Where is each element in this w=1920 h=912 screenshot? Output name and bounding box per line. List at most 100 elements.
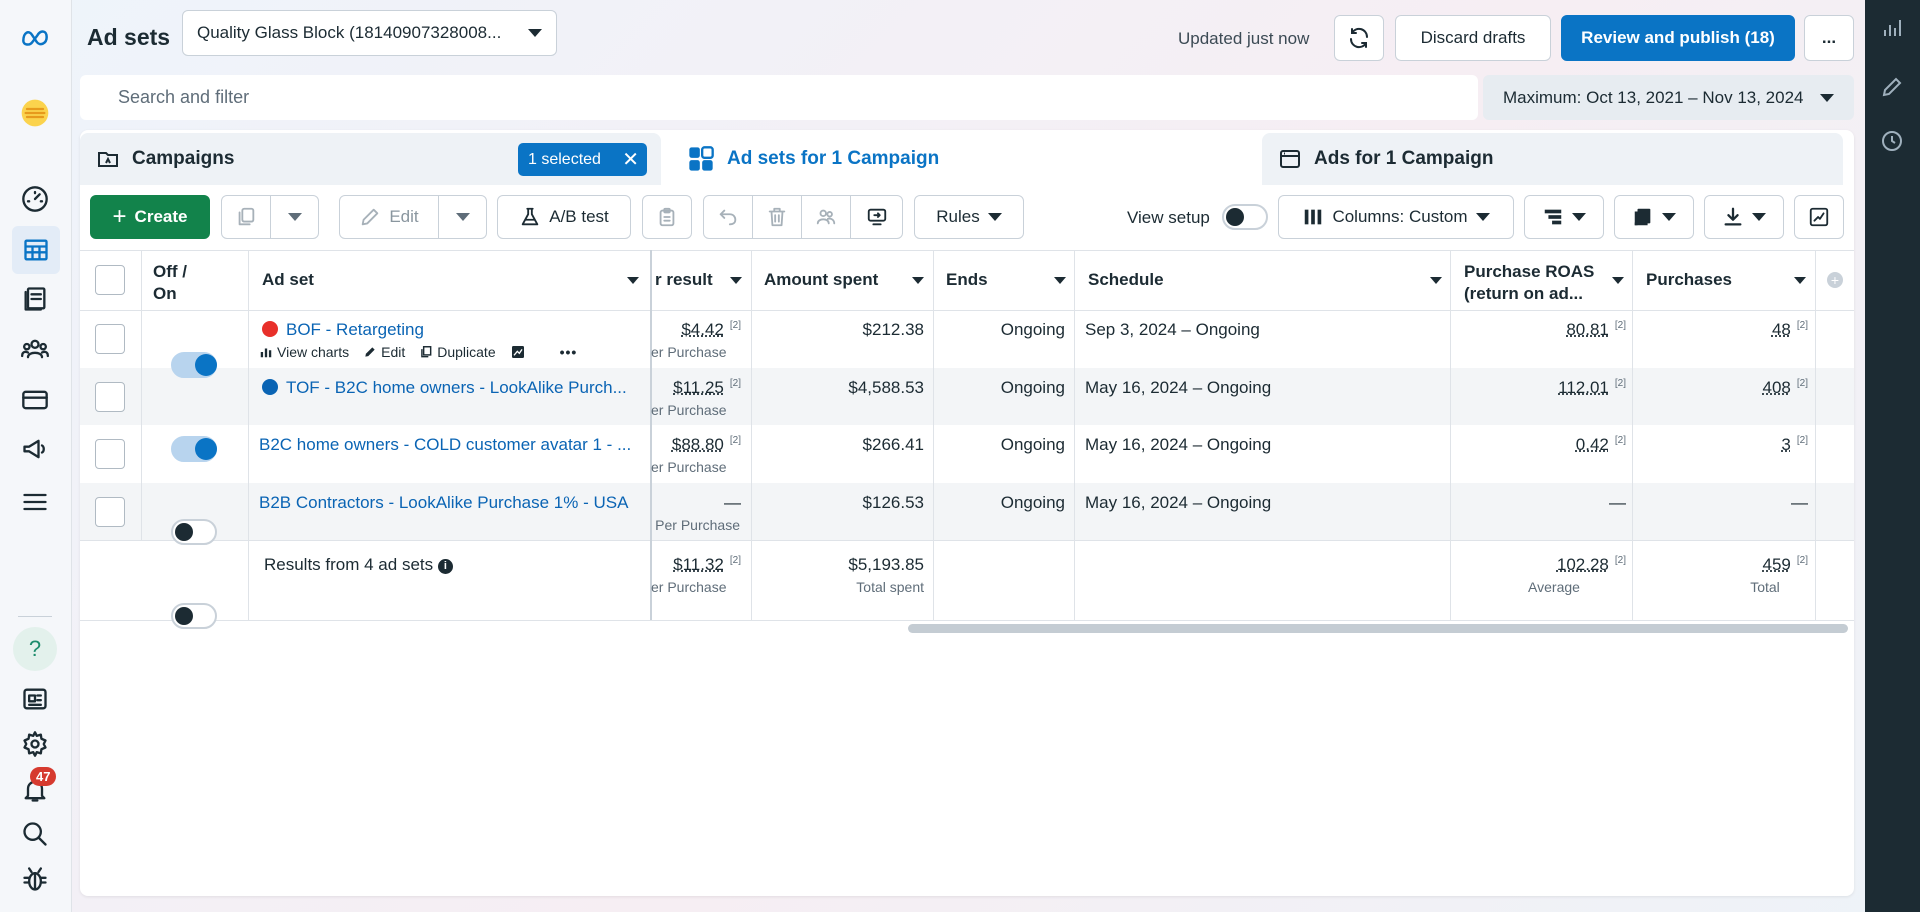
view-charts-action[interactable]: View charts [259, 344, 349, 360]
col-header-purchases[interactable]: Purchases [1646, 270, 1811, 290]
col-header-ends[interactable]: Ends [946, 270, 1071, 290]
more-actions[interactable]: ••• [560, 344, 578, 360]
col-schedule-label: Schedule [1088, 270, 1164, 289]
total-purchases: 459 [2] [1762, 555, 1809, 574]
col-header-off-on[interactable]: Off / On [153, 261, 187, 305]
row-checkbox[interactable] [95, 497, 125, 527]
purchases-value: — [1791, 493, 1808, 512]
cpr-value: $88.80 [2] [671, 435, 741, 454]
search-input[interactable]: Search and filter [80, 75, 1478, 120]
export-preview-button[interactable] [850, 195, 903, 239]
col-roas-line2: (return on ad... [1464, 284, 1583, 303]
col-header-cost-per-result[interactable]: r result [655, 270, 745, 290]
columns-icon [1305, 209, 1322, 225]
meta-logo-icon[interactable] [18, 20, 52, 54]
reporting-bar-chart-icon[interactable] [1880, 16, 1906, 42]
purchases-value: 48 [2] [1771, 320, 1808, 339]
history-clock-icon[interactable] [1880, 129, 1906, 155]
bug-report-icon[interactable] [18, 862, 52, 896]
rules-dropdown[interactable]: Rules [914, 195, 1024, 239]
duplicate-action[interactable]: Duplicate [419, 344, 496, 360]
search-icon[interactable] [18, 817, 52, 851]
campaign-megaphone-icon[interactable] [18, 432, 52, 466]
chevron-down-icon [1572, 213, 1586, 221]
help-button[interactable]: ? [13, 627, 57, 671]
preview-action[interactable] [510, 344, 526, 360]
discard-drafts-button[interactable]: Discard drafts [1395, 15, 1551, 61]
results-summary-label: Results from 4 ad sets [264, 555, 434, 574]
chevron-down-icon [287, 213, 302, 221]
edit-dropdown[interactable] [438, 195, 487, 239]
undo-icon [719, 209, 737, 226]
edit-pencil-icon[interactable] [1880, 75, 1906, 101]
view-setup-toggle[interactable] [1222, 204, 1268, 230]
breakdown-dropdown[interactable] [1524, 195, 1604, 239]
account-selector[interactable]: Quality Glass Block (18140907328008... [182, 10, 557, 56]
chart-view-button[interactable] [1794, 195, 1844, 239]
col-header-amount-spent[interactable]: Amount spent [764, 270, 929, 290]
row-toggle-off[interactable] [171, 519, 217, 545]
refresh-button[interactable] [1334, 15, 1384, 61]
rules-label: Rules [936, 207, 980, 226]
create-button[interactable]: + Create [90, 195, 210, 239]
row-checkbox[interactable] [95, 439, 125, 469]
reports-dropdown[interactable] [1614, 195, 1694, 239]
row-toggle-off[interactable] [171, 603, 217, 629]
edit-action-label: Edit [381, 344, 406, 360]
ab-test-button[interactable]: A/B test [497, 195, 631, 239]
horizontal-scrollbar[interactable] [908, 624, 1848, 633]
col-header-schedule[interactable]: Schedule [1088, 270, 1448, 290]
col-header-adset[interactable]: Ad set [262, 270, 642, 290]
settings-gear-icon[interactable] [18, 727, 52, 761]
select-all-checkbox[interactable] [95, 265, 125, 295]
audience-button[interactable] [801, 195, 851, 239]
row-checkbox[interactable] [95, 382, 125, 412]
export-dropdown[interactable] [1704, 195, 1784, 239]
row-toggle-on[interactable] [171, 436, 217, 462]
billing-card-icon[interactable] [18, 383, 52, 417]
edit-button[interactable]: Edit [339, 195, 439, 239]
date-range-picker[interactable]: Maximum: Oct 13, 2021 – Nov 13, 2024 [1483, 75, 1854, 120]
breakdown-icon [1544, 209, 1562, 225]
delete-button[interactable] [752, 195, 802, 239]
more-options-button[interactable]: ... [1804, 15, 1854, 61]
audiences-icon[interactable] [18, 332, 52, 366]
clipboard-button[interactable] [642, 195, 692, 239]
cpr-sub: er Purchase [651, 344, 727, 360]
edit-action[interactable]: Edit [363, 344, 405, 360]
adset-name-link[interactable]: TOF - B2C home owners - LookAlike Purch.… [262, 378, 627, 398]
account-avatar[interactable] [14, 92, 56, 134]
amount-spent-value: $212.38 [862, 320, 924, 339]
pages-icon[interactable] [18, 282, 52, 316]
dashboard-gauge-icon[interactable] [18, 182, 52, 216]
tab-adsets[interactable]: Ad sets for 1 Campaign [671, 133, 1252, 185]
menu-hamburger-icon[interactable] [18, 485, 52, 519]
duplicate-dropdown[interactable] [270, 195, 319, 239]
ads-manager-table-icon[interactable] [12, 226, 60, 274]
adset-name-link[interactable]: BOF - Retargeting [262, 320, 424, 340]
col-ends-label: Ends [946, 270, 988, 289]
edit-label: Edit [389, 207, 419, 226]
purchases-value: 408 [2] [1762, 378, 1809, 397]
news-icon[interactable] [18, 682, 52, 716]
purchase-roas-value: 80.81 [2] [1566, 320, 1626, 339]
add-column-icon[interactable]: + [1827, 272, 1843, 288]
row-toggle-on[interactable] [171, 352, 217, 378]
notification-count-badge: 47 [30, 767, 57, 786]
chevron-down-icon [730, 277, 742, 284]
review-and-publish-button[interactable]: Review and publish (18) [1561, 15, 1795, 61]
total-spent: $5,193.85 [848, 555, 924, 574]
undo-button[interactable] [703, 195, 753, 239]
tab-adsets-label: Ad sets for 1 Campaign [727, 148, 940, 169]
tab-ads[interactable]: Ads for 1 Campaign [1262, 133, 1843, 185]
row-checkbox[interactable] [95, 324, 125, 354]
adset-name-link[interactable]: B2B Contractors - LookAlike Purchase 1% … [259, 493, 628, 513]
columns-dropdown[interactable]: Columns: Custom [1278, 195, 1514, 239]
selected-filter-pill[interactable]: 1 selected ✕ [518, 143, 647, 176]
ad-window-icon [1280, 150, 1300, 168]
close-icon[interactable]: ✕ [622, 147, 639, 172]
col-header-purchase-roas[interactable]: Purchase ROAS (return on ad... [1464, 261, 1629, 305]
duplicate-button[interactable] [221, 195, 271, 239]
adset-name-link[interactable]: B2C home owners - COLD customer avatar 1… [259, 435, 631, 455]
duplicate-icon [238, 207, 255, 226]
